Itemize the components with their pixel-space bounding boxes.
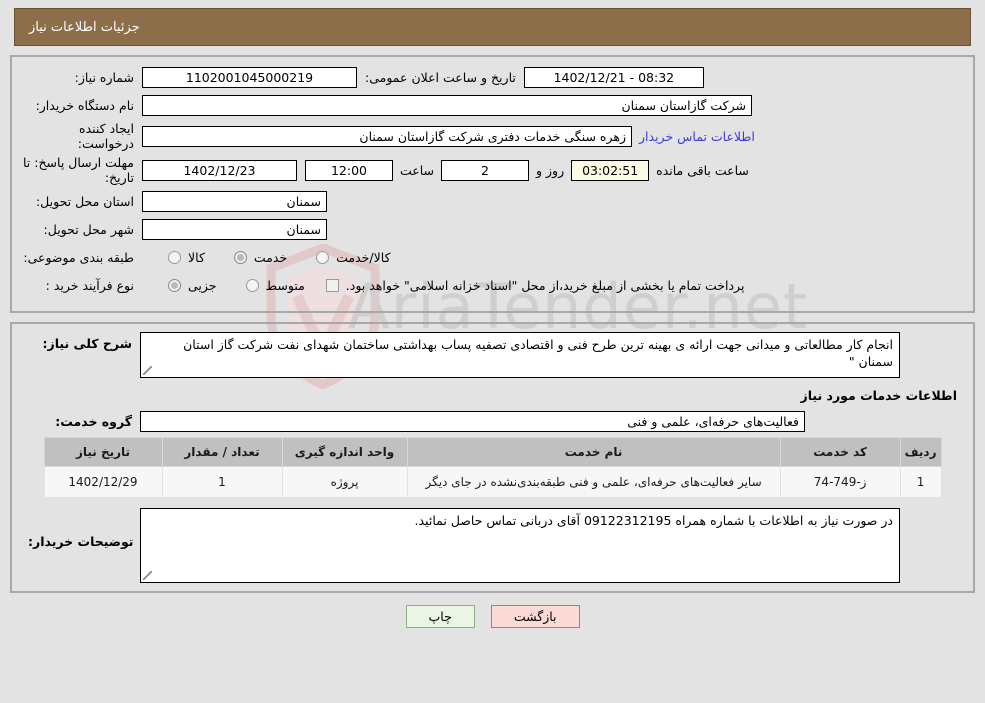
province-value: سمنان: [142, 190, 327, 212]
description-label: شرح کلی نیاز:: [42, 336, 132, 351]
row-buyer-org: شرکت گازاستان سمنان نام دستگاه خریدار:: [22, 93, 963, 117]
category-option-1-label: کالا: [188, 249, 205, 265]
col-row-no: ردیف: [899, 437, 942, 467]
col-quantity: تعداد / مقدار: [161, 437, 283, 467]
row-need-number: 08:32 - 1402/12/21 تاریخ و ساعت اعلان عم…: [22, 65, 963, 89]
row-description: انجام کار مطالعاتی و میدانی جهت ارائه ی …: [22, 332, 963, 378]
hour-label: ساعت: [400, 162, 435, 178]
need-info-panel: 08:32 - 1402/12/21 تاریخ و ساعت اعلان عم…: [10, 55, 975, 313]
requester-label: ایجاد کننده درخواست:: [77, 121, 134, 151]
row-province: سمنان استان محل تحویل:: [22, 189, 963, 213]
process-radio-1[interactable]: [168, 278, 181, 292]
cell-need-date: 1402/12/29: [43, 466, 163, 498]
deadline-date: 1402/12/23: [142, 159, 297, 181]
row-city: سمنان شهر محل تحویل:: [22, 217, 963, 241]
row-service-group: فعالیت‌های حرفه‌ای، علمی و فنی گروه خدمت…: [22, 409, 963, 433]
back-button[interactable]: بازگشت: [490, 605, 580, 628]
services-table: ردیف کد خدمت نام خدمت واحد اندازه گیری ت…: [43, 437, 942, 498]
row-requester: اطلاعات تماس خریدار زهره سنگی خدمات دفتر…: [22, 121, 963, 151]
days-label: روز و: [536, 162, 565, 178]
process-option-2[interactable]: متوسط: [242, 278, 308, 293]
days-value: 2: [441, 159, 530, 181]
category-option-3-label: کالا/خدمت: [336, 249, 391, 265]
buyer-org-value: شرکت گازاستان سمنان: [142, 94, 752, 116]
requester-value: زهره سنگی خدمات دفتری شرکت گازاستان سمنا…: [142, 125, 632, 147]
table-header-row: ردیف کد خدمت نام خدمت واحد اندازه گیری ت…: [43, 437, 942, 467]
category-option-2[interactable]: خدمت: [230, 250, 290, 265]
process-radio-2[interactable]: [245, 278, 259, 292]
table-row: 1 ز-749-74 سایر فعالیت‌های حرفه‌ای، علمی…: [43, 466, 942, 498]
category-radio-1[interactable]: [168, 250, 181, 264]
row-deadline: ساعت باقی مانده 03:02:51 روز و 2 ساعت 12…: [22, 155, 963, 185]
province-label: استان محل تحویل:: [35, 193, 134, 209]
description-textarea[interactable]: انجام کار مطالعاتی و میدانی جهت ارائه ی …: [140, 332, 900, 378]
need-number-value: 1102001045000219: [142, 66, 357, 88]
buyer-notes-textarea[interactable]: در صورت نیاز به اطلاعات با شماره همراه 0…: [140, 508, 900, 583]
countdown-label: ساعت باقی مانده: [656, 162, 749, 178]
cell-service-name: سایر فعالیت‌های حرفه‌ای، علمی و فنی طبقه…: [406, 466, 781, 498]
category-option-2-label: خدمت: [253, 249, 288, 265]
countdown-value: 03:02:51: [571, 159, 650, 181]
col-unit: واحد اندازه گیری: [281, 437, 408, 467]
col-need-date: تاریخ نیاز: [43, 437, 163, 467]
col-service-code: کد خدمت: [779, 437, 901, 467]
category-option-1[interactable]: کالا: [164, 250, 208, 265]
public-announce-label: تاریخ و ساعت اعلان عمومی:: [365, 69, 516, 85]
category-radio-3[interactable]: [316, 250, 330, 264]
city-label: شهر محل تحویل:: [43, 221, 134, 237]
buyer-org-label: نام دستگاه خریدار:: [35, 97, 134, 113]
row-process-type: پرداخت تمام یا بخشی از مبلغ خرید،از محل …: [22, 273, 963, 297]
deadline-label: مهلت ارسال پاسخ: تا تاریخ:: [23, 155, 134, 185]
process-option-1-label: جزیی: [188, 277, 217, 293]
cell-service-code: ز-749-74: [779, 466, 901, 498]
cell-unit: پروژه: [281, 466, 408, 498]
treasury-checkbox-option[interactable]: پرداخت تمام یا بخشی از مبلغ خرید،از محل …: [322, 278, 748, 293]
buyer-notes-label: توضیحات خریدار:: [28, 534, 134, 549]
process-option-2-label: متوسط: [265, 277, 305, 293]
buyer-contact-link[interactable]: اطلاعات تماس خریدار: [632, 129, 762, 144]
category-label: طبقه بندی موضوعی:: [23, 249, 134, 265]
need-number-label: شماره نیاز:: [74, 69, 134, 85]
service-group-value: فعالیت‌های حرفه‌ای، علمی و فنی: [140, 410, 805, 432]
city-value: سمنان: [142, 218, 327, 240]
process-label: نوع فرآیند خرید :: [45, 277, 134, 293]
treasury-checkbox-label: پرداخت تمام یا بخشی از مبلغ خرید،از محل …: [345, 277, 745, 293]
cell-quantity: 1: [161, 466, 283, 498]
services-section-title: اطلاعات خدمات مورد نیاز: [800, 388, 958, 403]
details-panel: انجام کار مطالعاتی و میدانی جهت ارائه ی …: [10, 322, 975, 593]
action-button-bar: بازگشت چاپ: [0, 605, 985, 628]
category-option-3[interactable]: کالا/خدمت: [312, 250, 393, 265]
service-group-label: گروه خدمت:: [55, 413, 132, 429]
row-category: کالا/خدمت خدمت کالا طبقه بندی موضوعی:: [22, 245, 963, 269]
print-button[interactable]: چاپ: [405, 605, 475, 628]
cell-row-no: 1: [899, 466, 942, 498]
category-radio-2[interactable]: [233, 250, 247, 264]
col-service-name: نام خدمت: [406, 437, 781, 467]
public-announce-value: 08:32 - 1402/12/21: [523, 66, 704, 88]
process-option-1[interactable]: جزیی: [164, 278, 220, 293]
page-title: جزئیات اطلاعات نیاز: [29, 19, 140, 35]
treasury-checkbox[interactable]: [325, 278, 339, 292]
page-header: جزئیات اطلاعات نیاز: [14, 8, 971, 46]
hour-value: 12:00: [305, 159, 393, 181]
row-buyer-notes: در صورت نیاز به اطلاعات با شماره همراه 0…: [22, 508, 963, 583]
